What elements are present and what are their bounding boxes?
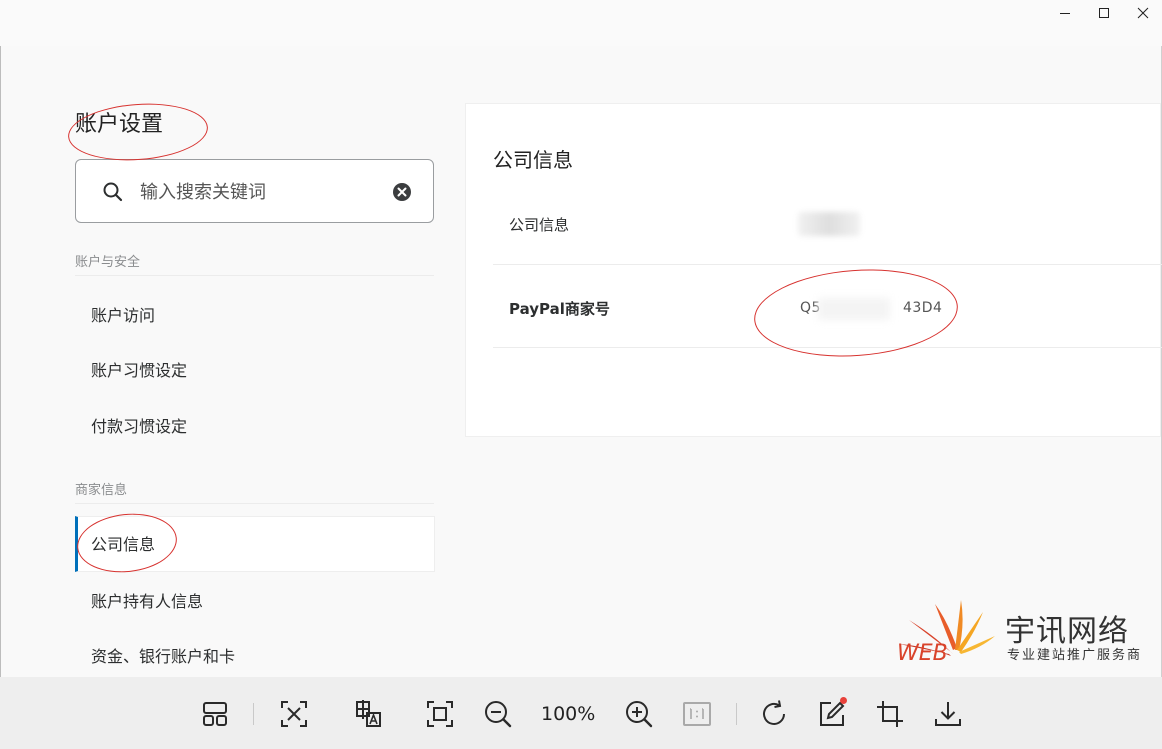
nav-item-payment-preferences[interactable]: 付款习惯设定 xyxy=(75,399,435,455)
viewer-toolbar: 100% xyxy=(0,677,1162,749)
flower-logo-icon: WEB xyxy=(897,600,995,666)
section-divider xyxy=(75,275,434,276)
thumbnail-view-button[interactable] xyxy=(198,697,232,731)
toolbar-separator xyxy=(736,703,737,725)
logo-tagline: 专业建站推广服务商 xyxy=(1007,648,1143,663)
row-divider xyxy=(493,347,1162,348)
section-divider xyxy=(75,503,434,504)
card-title: 公司信息 xyxy=(493,148,573,172)
merchant-id-suffix: 43D4 xyxy=(902,300,943,316)
nav-item-account-preferences[interactable]: 账户习惯设定 xyxy=(75,343,435,399)
fit-window-button[interactable] xyxy=(423,697,457,731)
actual-size-button[interactable] xyxy=(680,697,714,731)
close-icon xyxy=(1137,7,1149,19)
crop-button[interactable] xyxy=(873,697,907,731)
download-icon xyxy=(935,702,961,726)
download-button[interactable] xyxy=(931,697,965,731)
merchant-id-redaction xyxy=(818,298,890,320)
translate-button[interactable] xyxy=(351,697,385,731)
nav-item-account-access[interactable]: 账户访问 xyxy=(75,288,435,344)
ocr-text-button[interactable] xyxy=(277,697,311,731)
rotate-button[interactable] xyxy=(757,697,791,731)
text-extract-icon xyxy=(281,701,307,727)
toolbar-separator xyxy=(253,703,254,725)
rotate-icon xyxy=(763,700,785,725)
actual-size-icon xyxy=(683,702,711,726)
zoom-in-icon xyxy=(626,701,653,728)
layout-icon xyxy=(203,702,227,726)
search-input[interactable] xyxy=(138,176,382,208)
page-title: 账户设置 xyxy=(75,112,164,137)
maximize-icon xyxy=(1099,8,1109,18)
zoom-out-icon xyxy=(485,701,512,728)
row-divider xyxy=(493,264,1162,265)
window-left-edge xyxy=(0,0,1,749)
company-info-card: 公司信息 公司信息 PayPal商家号 Q5 43D4 xyxy=(465,103,1162,437)
zoom-out-button[interactable] xyxy=(481,697,515,731)
fit-screen-icon xyxy=(427,701,453,727)
company-info-label: 公司信息 xyxy=(509,216,570,234)
clear-search-icon[interactable] xyxy=(392,182,412,202)
minimize-button[interactable] xyxy=(1048,4,1082,22)
window-title-bar xyxy=(0,0,1162,46)
close-button[interactable] xyxy=(1126,4,1160,22)
zoom-level: 100% xyxy=(541,703,596,725)
crop-icon xyxy=(877,701,903,727)
company-info-value-redacted xyxy=(798,212,860,236)
search-icon xyxy=(103,182,123,202)
nav-item-account-holder-info[interactable]: 账户持有人信息 xyxy=(75,574,435,630)
logo-mark-text: WEB xyxy=(897,641,948,664)
search-box[interactable] xyxy=(75,159,434,223)
section-header-account-security: 账户与安全 xyxy=(75,255,141,270)
zoom-in-button[interactable] xyxy=(622,697,656,731)
minimize-icon xyxy=(1060,13,1070,14)
maximize-button[interactable] xyxy=(1087,4,1121,22)
section-header-merchant-info: 商家信息 xyxy=(75,483,128,498)
merchant-id-label: PayPal商家号 xyxy=(509,300,610,318)
nav-item-company-info[interactable]: 公司信息 xyxy=(75,516,435,572)
watermark-logo: WEB 宇讯网络 专业建站推广服务商 xyxy=(895,598,1155,668)
translate-icon xyxy=(356,700,381,727)
edit-notification-dot xyxy=(840,697,847,704)
